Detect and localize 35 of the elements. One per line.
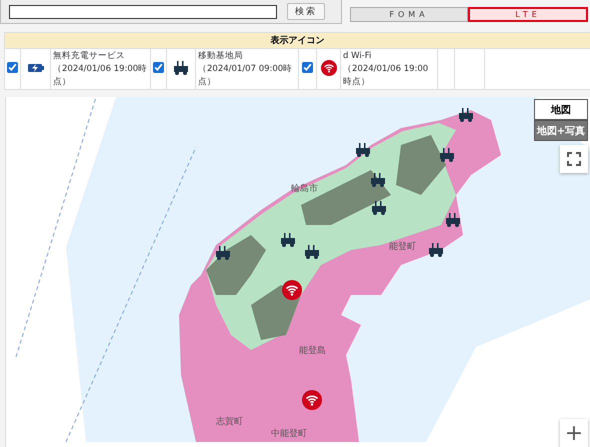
network-tab[interactable]: LTE [468, 7, 588, 22]
legend-checkbox[interactable] [302, 62, 313, 73]
mobile-base-station-icon[interactable] [304, 245, 320, 259]
legend-label: 無料充電サービス （2024/01/06 19:00時点） [53, 50, 148, 88]
map-type-button[interactable]: 地図 [534, 99, 588, 120]
search-button[interactable]: 検索 [287, 3, 325, 20]
mobile-base-station-icon[interactable] [215, 246, 231, 260]
legend-checkbox[interactable] [153, 62, 164, 73]
wifi-icon[interactable] [282, 280, 302, 300]
mobile-base-station-icon [173, 60, 189, 74]
mobile-base-station-icon[interactable] [445, 213, 461, 227]
legend-checkbox[interactable] [7, 62, 18, 73]
battery-charging-icon [28, 62, 44, 72]
fullscreen-button[interactable] [560, 145, 588, 173]
map-place-label: 中能登町 [271, 428, 307, 440]
mobile-base-station-icon[interactable] [439, 148, 455, 162]
mobile-base-station-icon[interactable] [355, 143, 371, 157]
map-type-button[interactable]: 地図+写真 [534, 120, 588, 141]
search-field[interactable] [9, 4, 277, 18]
legend-label: 移動基地局 （2024/01/07 09:00時点） [198, 50, 294, 88]
wifi-icon[interactable] [302, 390, 322, 410]
network-tab[interactable]: FOMA [350, 7, 468, 22]
legend-title: 表示アイコン [4, 32, 590, 48]
mobile-base-station-icon[interactable] [371, 201, 387, 215]
mobile-base-station-icon[interactable] [280, 233, 296, 247]
wifi-icon [320, 60, 336, 76]
map-place-label: 能登島 [299, 344, 326, 357]
fullscreen-icon [567, 152, 581, 166]
map-place-label: 能登町 [389, 240, 416, 253]
mobile-base-station-icon[interactable] [370, 173, 386, 187]
map-place-label: 志賀町 [216, 416, 243, 428]
zoom-in-button[interactable]: + [560, 419, 588, 447]
mobile-base-station-icon[interactable] [458, 108, 474, 122]
legend-label: d Wi-Fi （2024/01/06 19:00時点） [343, 50, 430, 88]
mobile-base-station-icon[interactable] [428, 243, 444, 257]
